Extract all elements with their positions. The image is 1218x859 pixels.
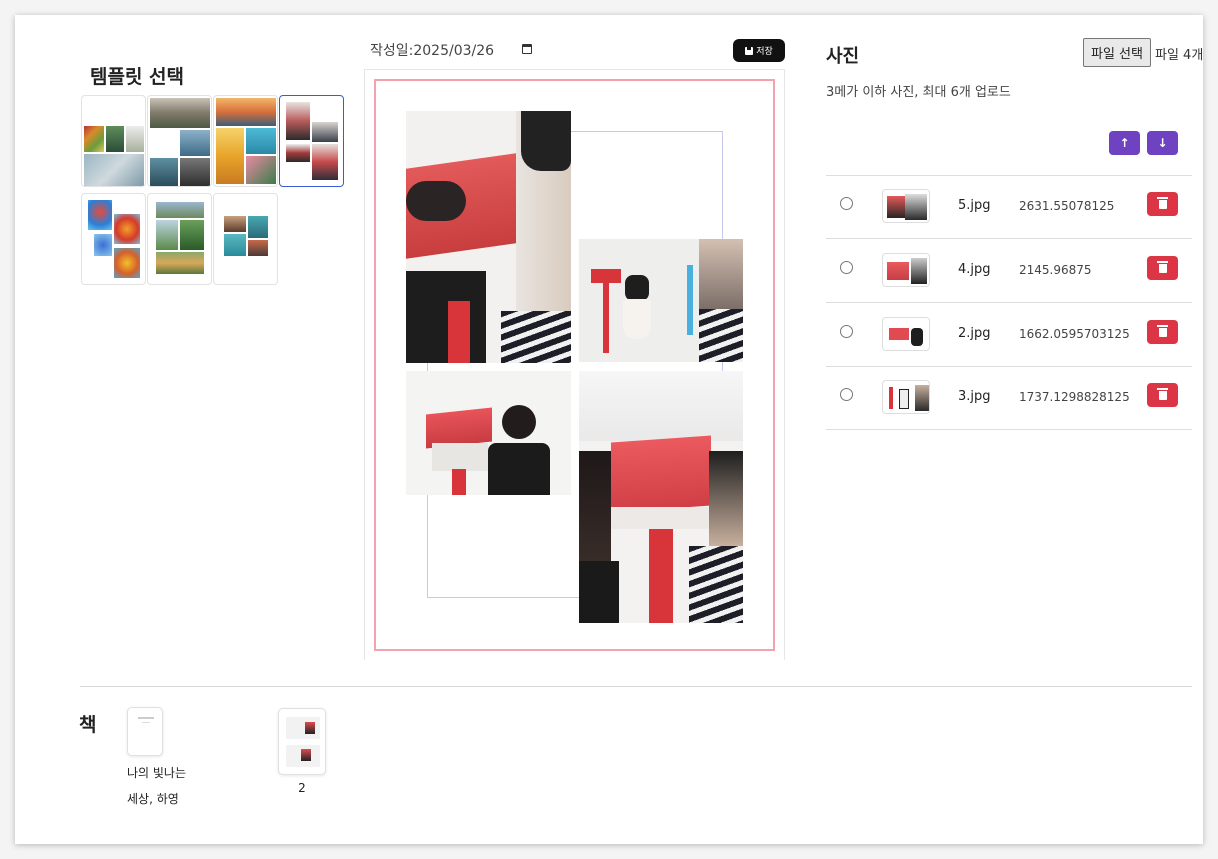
canvas-photo-4[interactable] [579,371,743,623]
photos-title: 사진 [826,46,860,67]
photo-select-radio[interactable] [840,388,853,401]
photo-filename: 3.jpg [958,389,991,404]
arrow-up-icon: ↑ [1119,136,1130,150]
photo-row: 3.jpg 1737.1298828125 [826,366,1192,430]
book-page-number: 2 [298,781,306,795]
canvas-photo-2[interactable] [579,239,743,362]
template-title: 템플릿 선택 [90,66,185,88]
photo-thumbnail [882,380,930,414]
move-down-button[interactable]: ↓ [1147,131,1178,155]
trash-icon [1157,260,1168,273]
photo-select-radio[interactable] [840,325,853,338]
book-cover-name: 나의 빛나는 세상, 하영 [127,766,187,806]
book-title: 책 [79,714,97,736]
date-field[interactable]: 작성일:2025/03/26 [370,40,494,60]
photo-filesize: 1662.0595703125 [1019,327,1130,341]
photo-filesize: 1737.1298828125 [1019,390,1130,404]
photo-filesize: 2145.96875 [1019,263,1092,277]
save-button[interactable]: 저장 [733,39,785,62]
trash-icon [1157,387,1168,400]
file-count: 파일 4개 [1155,48,1204,63]
photo-filename: 4.jpg [958,262,991,277]
template-thumb-4-selected[interactable] [279,95,344,187]
delete-photo-button[interactable] [1147,320,1178,344]
delete-photo-button[interactable] [1147,383,1178,407]
trash-icon [1157,196,1168,209]
photo-filesize: 2631.55078125 [1019,199,1115,213]
canvas-photo-3[interactable] [406,371,571,495]
photo-select-radio[interactable] [840,197,853,210]
photo-thumbnail [882,317,930,351]
template-thumb-6[interactable] [147,193,212,285]
photo-filename: 2.jpg [958,326,991,341]
save-button-label: 저장 [756,47,773,57]
delete-photo-button[interactable] [1147,192,1178,216]
template-thumb-7[interactable] [213,193,278,285]
arrow-down-icon: ↓ [1157,136,1168,150]
move-up-button[interactable]: ↑ [1109,131,1140,155]
upload-hint: 3메가 이하 사진, 최대 6개 업로드 [826,85,1011,100]
template-thumb-5[interactable] [81,193,146,285]
calendar-icon[interactable] [522,44,532,54]
photo-thumbnail [882,253,930,287]
photo-select-radio[interactable] [840,261,853,274]
trash-icon [1157,324,1168,337]
photo-row: 4.jpg 2145.96875 [826,239,1192,303]
template-thumb-3[interactable] [213,95,278,187]
canvas-photo-1[interactable] [406,111,571,363]
photo-row: 5.jpg 2631.55078125 [826,175,1192,239]
section-divider [80,686,1192,687]
delete-photo-button[interactable] [1147,256,1178,280]
book-cover-card[interactable] [127,707,163,756]
book-page-card[interactable] [278,708,326,775]
template-thumb-1[interactable] [81,95,146,187]
photo-filename: 5.jpg [958,198,991,213]
template-thumb-2[interactable] [147,95,212,187]
floppy-disk-icon [745,46,754,55]
file-select-button[interactable]: 파일 선택 [1083,38,1151,67]
photo-row: 2.jpg 1662.0595703125 [826,303,1192,367]
photo-thumbnail [882,189,930,223]
